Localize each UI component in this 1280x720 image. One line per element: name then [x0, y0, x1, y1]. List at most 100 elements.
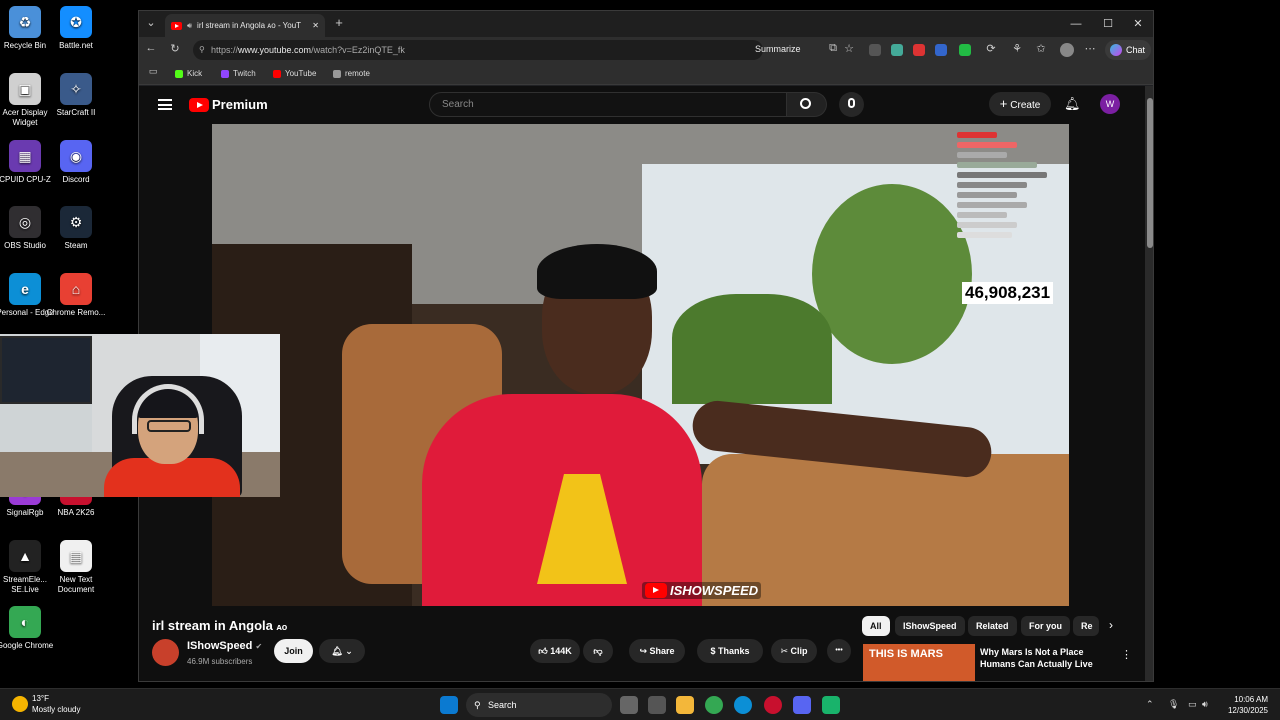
- extensions-puzzle-icon[interactable]: ⚘: [1009, 42, 1025, 55]
- app-icon[interactable]: [822, 696, 840, 714]
- summarize-button[interactable]: Summarize: [755, 44, 801, 54]
- extension-icon-5[interactable]: [959, 44, 971, 56]
- extension-icon-3[interactable]: [913, 44, 925, 56]
- widgets-icon[interactable]: [648, 696, 666, 714]
- desktop-icon[interactable]: ◐ Google Chrome: [0, 606, 55, 651]
- network-icon[interactable]: ▭: [1188, 699, 1197, 710]
- file-explorer-icon[interactable]: [676, 696, 694, 714]
- bookmark-kick[interactable]: Kick: [175, 69, 202, 78]
- desktop-icon[interactable]: ✧ StarCraft II: [46, 73, 106, 118]
- task-view-icon[interactable]: [620, 696, 638, 714]
- title-bar: ⌄ 🔊︎ irl stream in Angola ᴀᴏ - YouT ✕ + …: [139, 11, 1153, 37]
- desktop-icon[interactable]: ✪ Battle.net: [46, 6, 106, 51]
- more-actions-button[interactable]: •••: [827, 639, 851, 663]
- chip-related[interactable]: Related: [968, 616, 1017, 636]
- tab-list-chevron-icon[interactable]: ⌄: [143, 16, 159, 29]
- edge-icon[interactable]: [734, 696, 752, 714]
- bookmark-remote[interactable]: remote: [333, 69, 370, 78]
- system-clock[interactable]: 10:06 AM 12/30/2025: [1210, 694, 1268, 716]
- search-input[interactable]: Search: [429, 92, 787, 117]
- dislike-button[interactable]: 👎︎: [583, 639, 613, 663]
- chat-line: [957, 232, 1012, 238]
- share-button[interactable]: ↪ Share: [629, 639, 685, 663]
- tab-close-icon[interactable]: ✕: [312, 21, 319, 30]
- notifications-bell-icon[interactable]: 🔔︎: [1064, 96, 1081, 112]
- taskbar-search[interactable]: ⚲ Search: [466, 693, 612, 717]
- bookmark-youtube[interactable]: YouTube: [273, 69, 316, 78]
- minimize-button[interactable]: —: [1063, 15, 1089, 33]
- desktop-icon-label: Chrome Remo...: [46, 308, 106, 317]
- more-menu-icon[interactable]: ⋯: [1082, 42, 1098, 55]
- microphone-tray-icon[interactable]: 🎙︎: [1168, 699, 1179, 710]
- desktop-icon-label: Discord: [62, 175, 90, 184]
- back-icon[interactable]: ←: [143, 42, 159, 54]
- desktop-icon[interactable]: ◉ Discord: [46, 140, 106, 185]
- voice-search-button[interactable]: [839, 92, 864, 117]
- thanks-button[interactable]: $ Thanks: [697, 639, 763, 663]
- bookmark-twitch[interactable]: Twitch: [221, 69, 256, 78]
- extension-icon-4[interactable]: [935, 44, 947, 56]
- url-path: /watch?v=Ez2inQTE_fk: [311, 45, 405, 55]
- close-button[interactable]: ✕: [1125, 15, 1151, 33]
- channel-avatar[interactable]: [152, 639, 179, 666]
- refresh-icon[interactable]: ↻: [167, 42, 183, 55]
- create-button[interactable]: + Create: [989, 92, 1051, 116]
- recommended-thumbnail[interactable]: THIS IS MARS: [863, 644, 975, 681]
- video-title-text: irl stream in Angola: [152, 618, 273, 633]
- url-field[interactable]: ⚲ https://www.youtube.com/watch?v=Ez2inQ…: [193, 40, 763, 60]
- share-label: Share: [649, 646, 675, 656]
- desktop-icon[interactable]: ⚙ Steam: [46, 206, 106, 251]
- chip-truncated[interactable]: Re: [1073, 616, 1099, 636]
- performance-icon[interactable]: ⟳: [983, 42, 999, 55]
- clip-button[interactable]: ✂ Clip: [771, 639, 817, 663]
- clip-label: Clip: [790, 646, 808, 656]
- tray-chevron-icon[interactable]: ⌃: [1146, 699, 1154, 710]
- search-button[interactable]: [787, 92, 827, 117]
- chrome-icon[interactable]: [705, 696, 723, 714]
- start-windows-icon[interactable]: [440, 696, 458, 714]
- profile-icon[interactable]: [1060, 43, 1074, 57]
- channel-name[interactable]: IShowSpeed ✔: [187, 640, 262, 652]
- site-info-icon[interactable]: ⚲: [199, 40, 205, 60]
- chip-for-you[interactable]: For you: [1021, 616, 1070, 636]
- bookmarks-collections-icon[interactable]: ▭: [145, 66, 161, 77]
- youtube-page: Premium Search + Create 🔔︎ W 46,908,231 …: [139, 86, 1145, 681]
- chip-all[interactable]: All: [862, 616, 890, 636]
- subscribe-bell-button[interactable]: 🔔︎ ⌄: [319, 639, 365, 663]
- desktop-icon[interactable]: ⌂ Chrome Remo...: [46, 273, 106, 318]
- youtube-premium-logo[interactable]: Premium: [189, 97, 268, 112]
- desktop-icon[interactable]: ▤ New Text Document: [46, 540, 106, 595]
- desktop-app-icon: ⚙: [60, 206, 92, 238]
- discord-icon[interactable]: [793, 696, 811, 714]
- join-button[interactable]: Join: [274, 639, 313, 663]
- menu-icon[interactable]: [158, 99, 172, 110]
- chips-next-chevron-icon[interactable]: ›: [1109, 618, 1113, 632]
- twitch-icon: [221, 69, 229, 78]
- like-button[interactable]: 👍︎ 144K: [530, 639, 580, 663]
- desktop-app-icon: ⌂: [60, 273, 92, 305]
- speaker-icon[interactable]: 🔊︎: [187, 21, 192, 31]
- new-tab-button[interactable]: +: [331, 15, 347, 30]
- extension-icon-1[interactable]: [869, 44, 881, 56]
- opera-icon[interactable]: [764, 696, 782, 714]
- recommended-title[interactable]: Why Mars Is Not a Place Humans Can Actua…: [980, 646, 1110, 670]
- chip-ishowspeed[interactable]: IShowSpeed: [895, 616, 965, 636]
- reader-icon[interactable]: ⧉: [825, 42, 841, 55]
- favorites-icon[interactable]: ✩: [1033, 42, 1049, 55]
- maximize-button[interactable]: ☐: [1095, 15, 1121, 33]
- chat-line: [957, 182, 1027, 188]
- video-player[interactable]: 46,908,231 ISHOWSPEED: [212, 124, 1069, 606]
- page-scrollbar[interactable]: [1145, 86, 1153, 681]
- account-avatar[interactable]: W: [1100, 94, 1120, 114]
- scrollbar-thumb[interactable]: [1147, 98, 1153, 248]
- scissors-icon: ✂: [780, 646, 789, 656]
- weather-widget[interactable]: 13°F Mostly cloudy: [12, 693, 80, 715]
- volume-icon[interactable]: 🔊︎: [1202, 699, 1208, 710]
- bookmark-label: Twitch: [233, 69, 256, 78]
- desktop-icon-label: StarCraft II: [56, 108, 96, 117]
- favorite-star-icon[interactable]: ☆: [841, 42, 857, 55]
- extension-icon-2[interactable]: [891, 44, 903, 56]
- copilot-chat-button[interactable]: Chat: [1105, 40, 1151, 60]
- tab-active[interactable]: 🔊︎ irl stream in Angola ᴀᴏ - YouT ✕: [165, 14, 325, 37]
- recommended-more-icon[interactable]: ⋮: [1121, 648, 1132, 661]
